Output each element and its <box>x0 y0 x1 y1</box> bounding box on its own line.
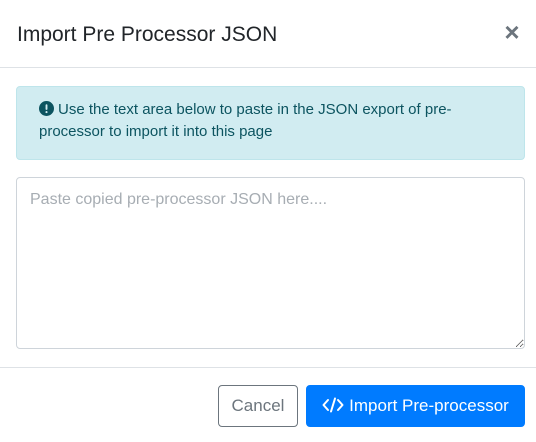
json-input[interactable] <box>16 177 525 349</box>
cancel-button[interactable]: Cancel <box>218 385 298 427</box>
exclamation-circle-icon <box>39 101 54 116</box>
import-button[interactable]: Import Pre-processor <box>306 385 525 427</box>
alert-message: Use the text area below to paste in the … <box>39 101 452 140</box>
modal-title: Import Pre Processor JSON <box>17 23 278 46</box>
modal-footer: Cancel Import Pre-processor <box>0 367 536 442</box>
info-alert: Use the text area below to paste in the … <box>16 86 525 160</box>
json-input-wrapper <box>16 177 525 349</box>
close-icon: × <box>504 17 520 47</box>
close-button[interactable]: × <box>502 17 522 47</box>
import-button-label: Import Pre-processor <box>349 396 509 415</box>
modal-header: Import Pre Processor JSON × <box>0 0 536 68</box>
import-modal: Import Pre Processor JSON × Use the text… <box>0 0 536 442</box>
code-icon <box>322 397 344 413</box>
